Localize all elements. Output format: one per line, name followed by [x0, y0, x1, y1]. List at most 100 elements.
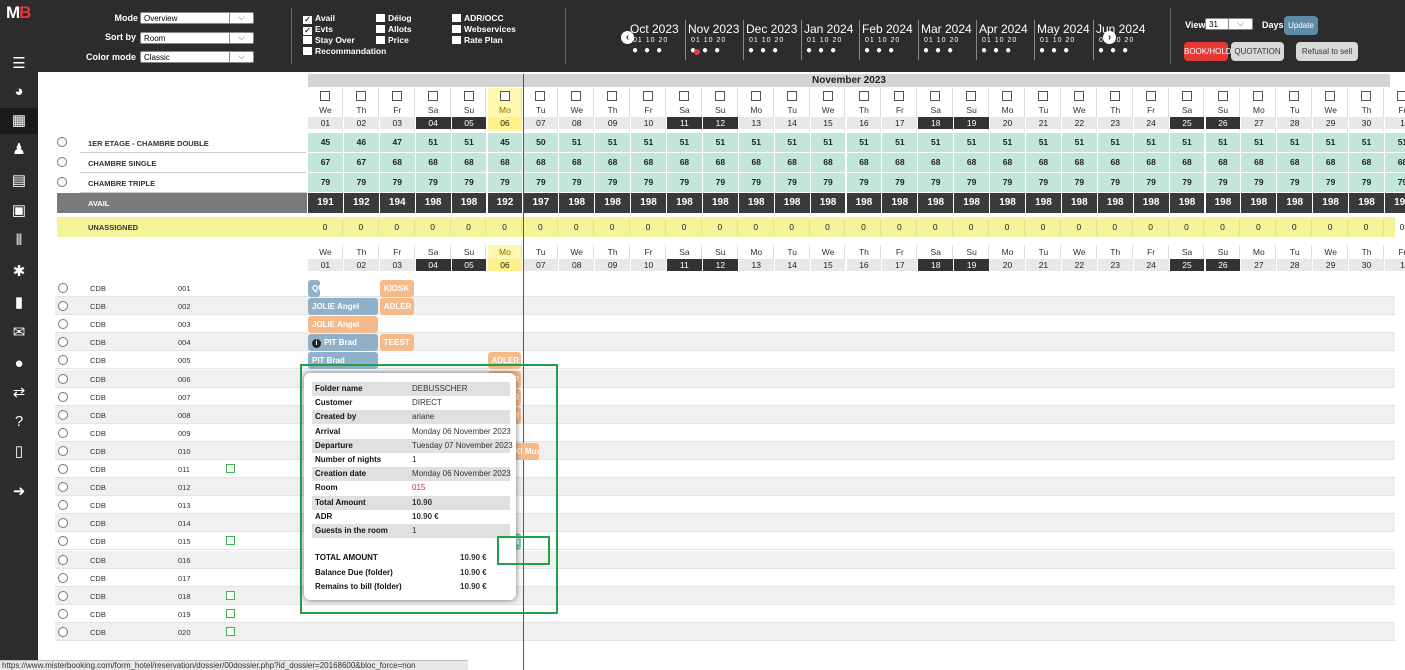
day-checkbox[interactable] [966, 91, 977, 101]
day-checkbox[interactable] [1038, 91, 1048, 101]
gear-icon[interactable]: ✱ [0, 259, 38, 285]
reservation-bar[interactable]: QUI [308, 280, 321, 297]
day-checkbox[interactable] [1289, 91, 1300, 101]
room-status-icon[interactable] [226, 626, 235, 636]
day-checkbox[interactable] [1109, 91, 1120, 101]
day-checkbox[interactable] [858, 91, 869, 101]
room-status-icon[interactable] [226, 464, 235, 473]
chart-icon[interactable]: ⫴ [0, 228, 38, 254]
month-link[interactable]: Nov 2023 [688, 22, 739, 36]
checkbox-stay-over[interactable]: Stay Over [303, 35, 355, 45]
day-checkbox[interactable] [1145, 91, 1156, 101]
month-link[interactable]: Mar 2024 [921, 22, 972, 36]
dashboard-icon[interactable]: ◕ [0, 79, 38, 105]
day-checkbox[interactable] [894, 91, 905, 101]
day-checkbox[interactable] [930, 91, 941, 101]
month-link[interactable]: Jan 2024 [804, 22, 853, 36]
room-radio[interactable] [58, 572, 68, 583]
logout-icon[interactable]: ➜ [0, 479, 38, 505]
month-dots[interactable]: ●●● [806, 45, 842, 56]
checkbox-allots[interactable]: Allots [376, 24, 412, 34]
month-dots[interactable]: ●●● [632, 45, 668, 56]
room-radio[interactable] [58, 554, 68, 565]
day-checkbox[interactable] [1073, 91, 1084, 101]
room-radio[interactable] [58, 283, 68, 293]
month-link[interactable]: Apr 2024 [979, 22, 1028, 36]
day-checkbox[interactable] [750, 91, 761, 101]
day-checkbox[interactable] [535, 91, 546, 101]
room-status-icon[interactable] [226, 536, 235, 546]
logo[interactable]: MB [6, 3, 31, 23]
room-radio[interactable] [58, 373, 68, 384]
calendar-icon[interactable]: ▦ [0, 108, 38, 134]
room-radio[interactable] [58, 626, 68, 637]
checkbox-avail[interactable]: ✓ Avail [303, 13, 335, 24]
checkbox-webservices[interactable]: Webservices [452, 24, 516, 34]
view-days-select[interactable]: 31 ⌵ [1205, 18, 1253, 30]
reservation-bar[interactable]: TEEST [379, 334, 414, 352]
room-radio[interactable] [58, 464, 68, 474]
calculator-icon[interactable]: ▣ [0, 198, 38, 224]
user-icon[interactable]: ● [0, 351, 38, 377]
room-radio[interactable] [58, 590, 68, 601]
reservation-bar[interactable]: JOLIE Angel [308, 316, 378, 334]
room-radio[interactable] [58, 445, 68, 456]
reservation-bar[interactable]: ADLER [379, 298, 414, 316]
month-dots[interactable]: ●●● [1039, 45, 1075, 56]
transfer-icon[interactable]: ⇄ [0, 380, 38, 406]
day-checkbox[interactable] [714, 91, 725, 101]
day-checkbox[interactable] [1361, 91, 1372, 101]
day-checkbox[interactable] [1181, 91, 1192, 101]
quotation-button[interactable]: QUOTATION [1231, 42, 1284, 61]
room-radio[interactable] [58, 608, 68, 619]
day-checkbox[interactable] [391, 91, 402, 101]
day-checkbox[interactable] [320, 91, 330, 101]
briefcase-icon[interactable]: ▮ [0, 290, 38, 316]
room-status-icon[interactable] [226, 608, 235, 618]
month-link[interactable]: Feb 2024 [862, 22, 913, 36]
reservation-bar[interactable]: KIOSK [379, 280, 414, 297]
book-hold-button[interactable]: BOOK/HOLD [1184, 42, 1232, 61]
mail-icon[interactable]: ✉ [0, 320, 38, 346]
month-dots[interactable]: ●●● [748, 45, 784, 56]
day-checkbox[interactable] [679, 91, 689, 101]
month-dots[interactable]: ●●● [923, 45, 959, 56]
checkbox-adr-occ[interactable]: ADR/OCC [452, 13, 504, 23]
bell-icon[interactable]: ♟ [0, 137, 38, 163]
room-radio[interactable] [58, 427, 68, 438]
day-checkbox[interactable] [1253, 91, 1264, 101]
day-checkbox[interactable] [1217, 91, 1228, 101]
day-checkbox[interactable] [1325, 91, 1336, 101]
day-checkbox[interactable] [355, 91, 366, 101]
month-link[interactable]: Oct 2023 [630, 22, 679, 36]
day-checkbox[interactable] [571, 91, 582, 101]
day-checkbox[interactable] [1397, 91, 1405, 101]
menu-icon[interactable]: ☰ [0, 51, 38, 77]
day-checkbox[interactable] [607, 91, 618, 101]
day-checkbox[interactable] [463, 91, 474, 101]
day-checkbox[interactable] [427, 91, 438, 101]
month-link[interactable]: Jun 2024 [1096, 22, 1145, 36]
checkbox-price[interactable]: Price [376, 35, 409, 45]
month-link[interactable]: Dec 2023 [746, 22, 797, 36]
month-dots[interactable]: ●●● [981, 45, 1017, 56]
color-mode-select[interactable]: Classic ⌵ [140, 51, 254, 63]
checkbox-recommandation[interactable]: Recommandation [303, 46, 386, 56]
month-dots[interactable]: ●●● [864, 45, 900, 56]
checkbox-d-log[interactable]: Délog [376, 13, 412, 23]
reservation-bar[interactable]: JOLIE Angel [308, 298, 378, 316]
room-status-icon[interactable] [226, 590, 235, 600]
checkbox-rate-plan[interactable]: Rate Plan [452, 35, 503, 45]
mobile-icon[interactable]: ▯ [0, 439, 38, 465]
day-checkbox[interactable] [786, 91, 797, 101]
room-radio[interactable] [58, 409, 68, 420]
refusal-to-sell-button[interactable]: Refusal to sell [1296, 42, 1358, 61]
day-checkbox[interactable] [822, 91, 833, 101]
day-checkbox[interactable] [643, 91, 654, 101]
reservation-bar[interactable]: i PIT Brad [308, 334, 378, 352]
help-icon[interactable]: ? [0, 409, 38, 435]
room-type-radio[interactable] [57, 137, 67, 147]
day-checkbox[interactable] [499, 91, 510, 101]
mode-select[interactable]: Overview ⌵ [140, 12, 254, 24]
document-icon[interactable]: ▤ [0, 168, 38, 194]
